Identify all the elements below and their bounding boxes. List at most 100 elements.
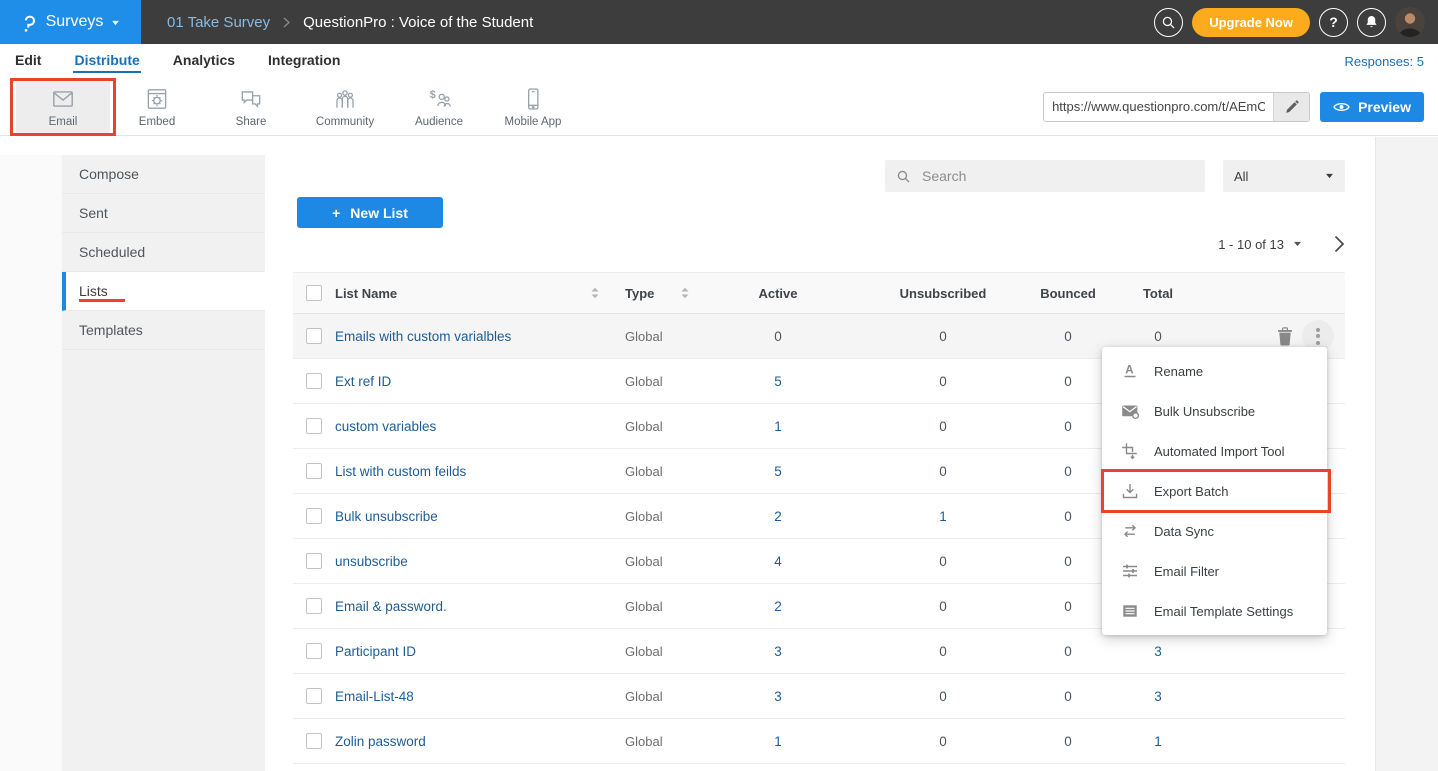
- bounced-count[interactable]: 0: [1038, 374, 1098, 389]
- active-count[interactable]: 3: [708, 644, 848, 659]
- row-checkbox[interactable]: [306, 643, 322, 659]
- table-row[interactable]: Participant ID Global 3 0 0 3: [293, 629, 1345, 674]
- tab[interactable]: Integration: [267, 50, 341, 73]
- active-count[interactable]: 2: [708, 509, 848, 524]
- column-header-list-name[interactable]: List Name: [335, 286, 397, 301]
- table-row[interactable]: Email-List-48 Global 3 0 0 3: [293, 674, 1345, 719]
- unsubscribed-count[interactable]: 0: [848, 734, 1038, 749]
- sidebar-item[interactable]: Lists: [62, 272, 265, 311]
- next-page-button[interactable]: [1334, 235, 1345, 253]
- menu-item[interactable]: Automated Import Tool: [1102, 431, 1327, 471]
- list-name-link[interactable]: List with custom feilds: [335, 464, 608, 479]
- unsubscribed-count[interactable]: 0: [848, 329, 1038, 344]
- column-header-type[interactable]: Type: [625, 286, 654, 301]
- pagination-range-dropdown[interactable]: 1 - 10 of 13: [1218, 237, 1302, 252]
- menu-item[interactable]: Data Sync: [1102, 511, 1327, 551]
- tab[interactable]: Distribute: [73, 50, 140, 73]
- sort-icon[interactable]: [680, 286, 690, 300]
- active-count[interactable]: 5: [708, 464, 848, 479]
- toolbar-item[interactable]: Mobile App: [486, 81, 580, 133]
- preview-button[interactable]: Preview: [1320, 92, 1424, 122]
- sidebar-item[interactable]: Compose: [62, 155, 265, 194]
- active-count[interactable]: 1: [708, 419, 848, 434]
- list-name-link[interactable]: Email-List-48: [335, 689, 608, 704]
- bounced-count[interactable]: 0: [1038, 419, 1098, 434]
- active-count[interactable]: 3: [708, 689, 848, 704]
- tab[interactable]: Edit: [14, 50, 42, 73]
- sidebar-item[interactable]: Scheduled: [62, 233, 265, 272]
- unsubscribed-count[interactable]: 0: [848, 419, 1038, 434]
- brand-switcher[interactable]: Surveys: [0, 0, 141, 44]
- bounced-count[interactable]: 0: [1038, 464, 1098, 479]
- sidebar-item[interactable]: Templates: [62, 311, 265, 350]
- unsubscribed-count[interactable]: 0: [848, 374, 1038, 389]
- toolbar-item[interactable]: $ Audience: [392, 81, 486, 133]
- survey-url-input[interactable]: [1044, 99, 1273, 114]
- bounced-count[interactable]: 0: [1038, 329, 1098, 344]
- sort-icon[interactable]: [590, 286, 600, 300]
- unsubscribed-count[interactable]: 0: [848, 554, 1038, 569]
- list-search-input[interactable]: [920, 167, 1194, 185]
- list-name-link[interactable]: Email & password.: [335, 599, 608, 614]
- tab[interactable]: Analytics: [172, 50, 236, 73]
- bounced-count[interactable]: 0: [1038, 554, 1098, 569]
- menu-item[interactable]: Export Batch: [1102, 471, 1327, 511]
- row-checkbox[interactable]: [306, 328, 322, 344]
- edit-url-button[interactable]: [1273, 93, 1309, 121]
- bounced-count[interactable]: 0: [1038, 509, 1098, 524]
- list-name-link[interactable]: Ext ref ID: [335, 374, 608, 389]
- active-count[interactable]: 0: [708, 329, 848, 344]
- toolbar-item[interactable]: Community: [298, 81, 392, 133]
- list-name-link[interactable]: Participant ID: [335, 644, 608, 659]
- upgrade-now-button[interactable]: Upgrade Now: [1192, 8, 1310, 37]
- active-count[interactable]: 1: [708, 734, 848, 749]
- menu-item[interactable]: Bulk Unsubscribe: [1102, 391, 1327, 431]
- total-count[interactable]: 1: [1098, 734, 1218, 749]
- active-count[interactable]: 5: [708, 374, 848, 389]
- unsubscribed-count[interactable]: 1: [848, 509, 1038, 524]
- unsubscribed-count[interactable]: 0: [848, 464, 1038, 479]
- delete-list-button[interactable]: [1277, 327, 1293, 346]
- list-filter-dropdown[interactable]: All: [1223, 160, 1345, 192]
- list-name-link[interactable]: Emails with custom varialbles: [335, 329, 608, 344]
- search-button[interactable]: [1154, 8, 1183, 37]
- list-name-link[interactable]: custom variables: [335, 419, 608, 434]
- row-checkbox[interactable]: [306, 733, 322, 749]
- toolbar-item[interactable]: Share: [204, 81, 298, 133]
- toolbar-item[interactable]: Embed: [110, 81, 204, 133]
- bounced-count[interactable]: 0: [1038, 689, 1098, 704]
- list-name-link[interactable]: Zolin password: [335, 734, 608, 749]
- unsubscribed-count[interactable]: 0: [848, 599, 1038, 614]
- table-row[interactable]: Zolin password Global 1 0 0 1: [293, 719, 1345, 764]
- row-checkbox[interactable]: [306, 598, 322, 614]
- unsubscribed-count[interactable]: 0: [848, 644, 1038, 659]
- total-count[interactable]: 0: [1098, 329, 1218, 344]
- bounced-count[interactable]: 0: [1038, 599, 1098, 614]
- help-button[interactable]: ?: [1319, 8, 1348, 37]
- list-name-link[interactable]: unsubscribe: [335, 554, 608, 569]
- menu-item[interactable]: Email Filter: [1102, 551, 1327, 591]
- list-name-link[interactable]: Bulk unsubscribe: [335, 509, 608, 524]
- row-checkbox[interactable]: [306, 373, 322, 389]
- row-checkbox[interactable]: [306, 553, 322, 569]
- row-checkbox[interactable]: [306, 688, 322, 704]
- notifications-button[interactable]: [1357, 8, 1386, 37]
- menu-item[interactable]: Email Template Settings: [1102, 591, 1327, 631]
- bounced-count[interactable]: 0: [1038, 644, 1098, 659]
- row-checkbox[interactable]: [306, 508, 322, 524]
- active-count[interactable]: 4: [708, 554, 848, 569]
- breadcrumb-survey-link[interactable]: 01 Take Survey: [167, 14, 270, 31]
- menu-item[interactable]: A Rename: [1102, 351, 1327, 391]
- row-checkbox[interactable]: [306, 418, 322, 434]
- bounced-count[interactable]: 0: [1038, 734, 1098, 749]
- total-count[interactable]: 3: [1098, 689, 1218, 704]
- total-count[interactable]: 3: [1098, 644, 1218, 659]
- select-all-checkbox[interactable]: [306, 285, 322, 301]
- active-count[interactable]: 2: [708, 599, 848, 614]
- sidebar-item[interactable]: Sent: [62, 194, 265, 233]
- unsubscribed-count[interactable]: 0: [848, 689, 1038, 704]
- row-checkbox[interactable]: [306, 463, 322, 479]
- toolbar-item[interactable]: Email: [16, 81, 110, 133]
- new-list-button[interactable]: + New List: [297, 197, 443, 228]
- user-avatar[interactable]: [1395, 7, 1425, 37]
